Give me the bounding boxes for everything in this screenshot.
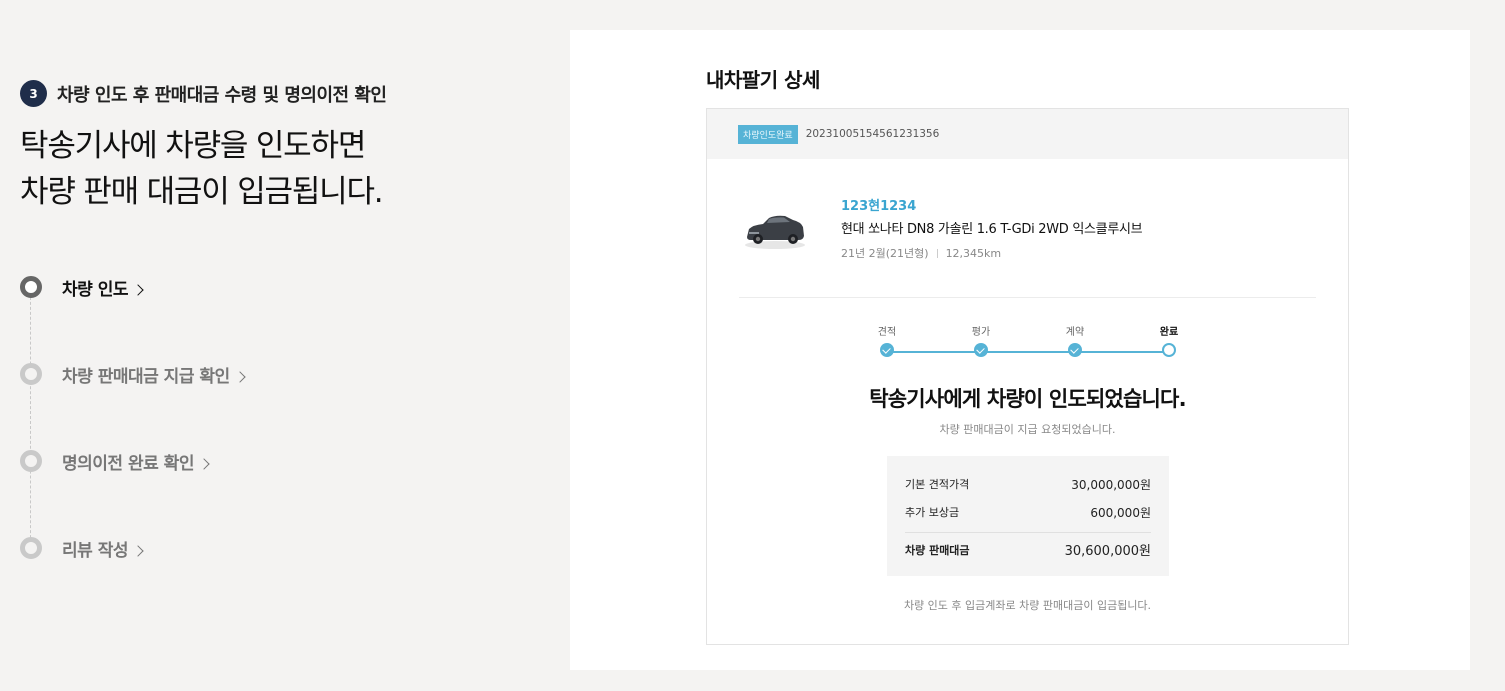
timeline-dot-icon <box>20 537 42 559</box>
timeline-item-transfer-confirm[interactable]: 명의이전 완료 확인 <box>20 450 210 474</box>
ring-icon <box>1162 343 1176 357</box>
delivery-message-title: 탁송기사에게 차량이 인도되었습니다. <box>869 387 1186 411</box>
timeline-dot-icon <box>20 276 42 298</box>
chevron-right-icon <box>132 544 144 557</box>
foot-note: 차량 인도 후 입금계좌로 차량 판매대금이 입금됩니다. <box>903 599 1152 612</box>
timeline-label: 차량 판매대금 지급 확인 <box>62 366 230 387</box>
timeline-label: 리뷰 작성 <box>62 540 128 561</box>
car-model: 현대 쏘나타 DN8 가솔린 1.6 T-GDi 2WD 익스클루시브 <box>841 222 1143 237</box>
spec-divider <box>936 248 938 258</box>
price-value: 600,000원 <box>1090 505 1151 520</box>
detail-title: 내차팔기 상세 <box>706 68 820 92</box>
timeline: 차량 인도 차량 판매대금 지급 확인 명의이전 완료 확인 리뷰 작성 <box>20 276 320 566</box>
timeline-connector <box>30 292 31 548</box>
progress-step-complete: 완료 <box>1149 323 1189 357</box>
step-section: 3 차량 인도 후 판매대금 수령 및 명의이전 확인 탁송기사에 차량을 인도… <box>20 80 540 215</box>
price-value: 30,000,000원 <box>1071 477 1151 492</box>
card-divider <box>739 297 1316 298</box>
progress-label: 견적 <box>877 327 897 338</box>
car-spec: 21년 2월(21년형) 12,345km <box>841 245 1142 261</box>
order-number: 20231005154561231356 <box>805 128 940 140</box>
price-label: 차량 판매대금 <box>905 543 970 557</box>
check-icon <box>880 343 894 357</box>
timeline-dot-icon <box>20 363 42 385</box>
price-row-base: 기본 견적가격 30,000,000원 <box>905 470 1151 498</box>
progress-label: 평가 <box>971 327 991 338</box>
check-icon <box>1068 343 1082 357</box>
step-title: 차량 인도 후 판매대금 수령 및 명의이전 확인 <box>57 84 387 106</box>
car-year: 21년 2월(21년형) <box>841 247 929 260</box>
headline-line-1: 탁송기사에 차량을 인도하면 <box>20 128 366 164</box>
price-row-total: 차량 판매대금 30,600,000원 <box>905 532 1151 566</box>
car-mileage: 12,345km <box>945 246 1002 260</box>
detail-card: 차량인도완료 20231005154561231356 123현1234 현대 … <box>706 108 1349 645</box>
headline: 탁송기사에 차량을 인도하면 차량 판매 대금이 입금됩니다. <box>20 123 540 215</box>
price-label: 추가 보상금 <box>905 506 960 519</box>
headline-line-2: 차량 판매 대금이 입금됩니다. <box>20 174 384 210</box>
timeline-item-vehicle-delivery[interactable]: 차량 인도 <box>20 276 144 300</box>
timeline-label: 차량 인도 <box>62 279 128 300</box>
progress-step-evaluation: 평가 <box>961 323 1001 357</box>
car-text: 123현1234 현대 쏘나타 DN8 가솔린 1.6 T-GDi 2WD 익스… <box>841 195 1143 261</box>
progress-tracker: 견적 평가 계약 완료 <box>875 323 1178 363</box>
progress-step-contract: 계약 <box>1055 323 1095 357</box>
step-header: 3 차량 인도 후 판매대금 수령 및 명의이전 확인 <box>20 80 540 107</box>
step-number-badge: 3 <box>20 80 47 107</box>
car-image-icon <box>745 215 805 249</box>
car-info: 123현1234 현대 쏘나타 DN8 가솔린 1.6 T-GDi 2WD 익스… <box>743 195 1143 261</box>
progress-label: 완료 <box>1159 327 1179 338</box>
chevron-right-icon <box>233 370 246 383</box>
check-icon <box>974 343 988 357</box>
delivery-message-sub: 차량 판매대금이 지급 요청되었습니다. <box>939 423 1116 436</box>
progress-step-estimate: 견적 <box>867 323 907 357</box>
progress-label: 계약 <box>1065 327 1085 338</box>
timeline-item-payment-confirm[interactable]: 차량 판매대금 지급 확인 <box>20 363 246 387</box>
chevron-right-icon <box>132 283 144 296</box>
progress-line <box>887 351 1169 353</box>
price-label: 기본 견적가격 <box>905 478 970 491</box>
timeline-item-review[interactable]: 리뷰 작성 <box>20 537 144 561</box>
card-header: 차량인도완료 20231005154561231356 <box>707 109 1348 159</box>
price-summary: 기본 견적가격 30,000,000원 추가 보상금 600,000원 차량 판… <box>887 456 1169 576</box>
price-row-extra: 추가 보상금 600,000원 <box>905 498 1151 526</box>
car-plate: 123현1234 <box>841 199 917 214</box>
preview-panel: 내차팔기 상세 차량인도완료 20231005154561231356 123현… <box>570 30 1470 670</box>
timeline-label: 명의이전 완료 확인 <box>62 453 194 474</box>
chevron-right-icon <box>198 457 210 470</box>
timeline-dot-icon <box>20 450 42 472</box>
status-badge: 차량인도완료 <box>738 124 798 144</box>
price-value: 30,600,000원 <box>1064 544 1151 559</box>
